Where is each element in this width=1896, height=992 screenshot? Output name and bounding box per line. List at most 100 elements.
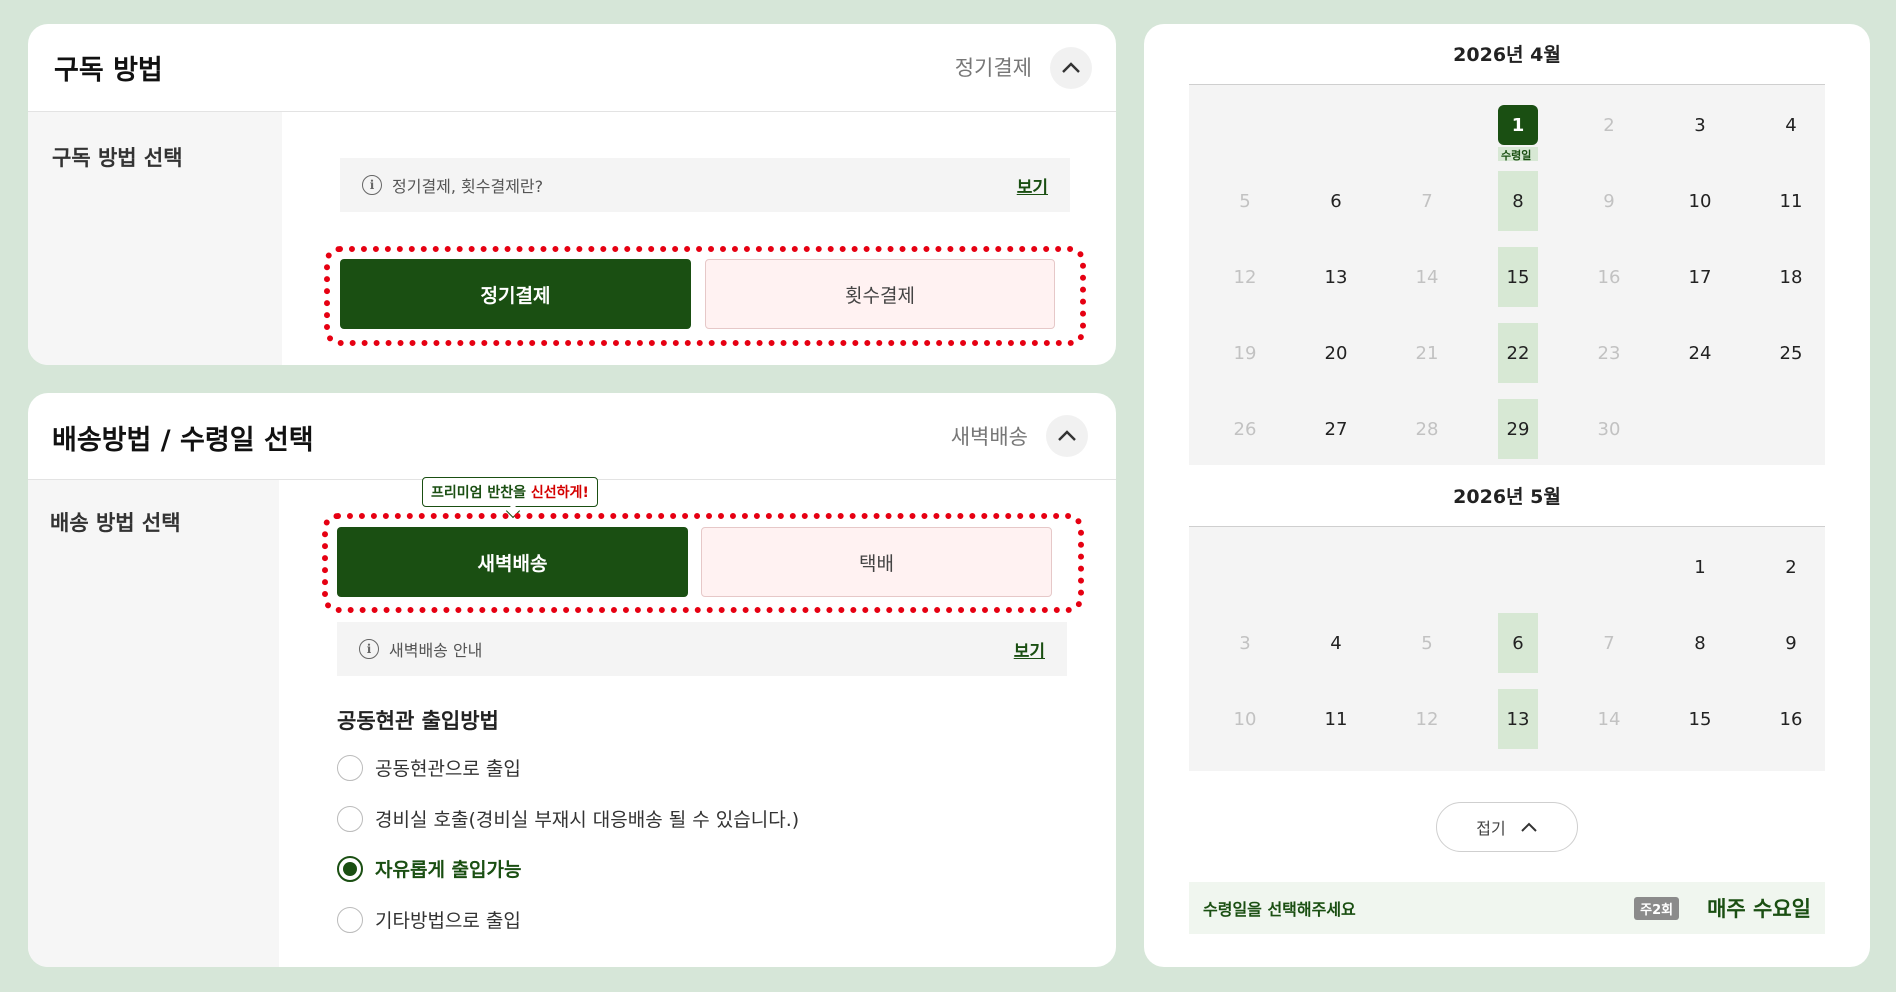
delivery-card: 배송방법 / 수령일 선택 새벽배송 배송 방법 선택 프리미엄 반찬을 신선하… xyxy=(28,393,1116,967)
entry-option-security-call[interactable]: 경비실 호출(경비실 부재시 대응배송 될 수 있습니다.) xyxy=(337,805,799,832)
selected-day-label: 수령일 xyxy=(1501,149,1532,162)
collapse-delivery-button[interactable] xyxy=(1046,415,1088,457)
calendar-day-april-21: 21 xyxy=(1415,342,1439,364)
chevron-up-icon xyxy=(1058,430,1076,441)
calendar-day-april-30: 30 xyxy=(1597,418,1621,440)
calendar-day-may-2[interactable]: 2 xyxy=(1771,537,1811,597)
may-calendar-grid: 1 2 3 4 5 6 7 8 9 10 11 12 13 14 15 16 xyxy=(1189,527,1825,771)
calendar-day-may-3: 3 xyxy=(1239,632,1251,654)
calendar-day-may-6[interactable]: 6 xyxy=(1498,613,1538,673)
subscription-title: 구독 방법 xyxy=(54,55,163,86)
delivery-status: 새벽배송 xyxy=(950,425,1028,449)
entry-option-label: 자유롭게 출입가능 xyxy=(375,859,522,881)
calendar-day-may-4[interactable]: 4 xyxy=(1316,613,1356,673)
calendar-day-may-13[interactable]: 13 xyxy=(1498,689,1538,749)
calendar-day-april-25[interactable]: 25 xyxy=(1771,323,1811,383)
calendar-day-april-15[interactable]: 15 xyxy=(1498,247,1538,307)
collapse-subscription-button[interactable] xyxy=(1050,47,1092,89)
weekly-day-label: 매주 수요일 xyxy=(1707,897,1811,921)
calendar-day-april-6[interactable]: 6 xyxy=(1316,171,1356,231)
frequency-badge: 주2회 xyxy=(1634,896,1680,920)
entry-option-free-access[interactable]: 자유롭게 출입가능 xyxy=(337,855,521,882)
calendar-day-april-8[interactable]: 8 xyxy=(1498,171,1538,231)
info-icon: i xyxy=(362,175,382,195)
dawn-delivery-button[interactable]: 새벽배송 xyxy=(337,527,688,597)
info-icon: i xyxy=(359,639,379,659)
entry-option-label: 경비실 호출(경비실 부재시 대응배송 될 수 있습니다.) xyxy=(375,809,800,831)
calendar-day-april-24[interactable]: 24 xyxy=(1680,323,1720,383)
calendar-day-may-15[interactable]: 15 xyxy=(1680,689,1720,749)
calendar-day-april-3[interactable]: 3 xyxy=(1680,95,1720,155)
calendar-day-april-7: 7 xyxy=(1421,190,1433,212)
april-month-title: 2026년 4월 xyxy=(1453,44,1561,66)
calendar-day-april-17[interactable]: 17 xyxy=(1680,247,1720,307)
calendar-day-april-23: 23 xyxy=(1597,342,1621,364)
subscription-header[interactable]: 구독 방법 정기결제 xyxy=(28,24,1116,112)
calendar-day-april-26: 26 xyxy=(1233,418,1257,440)
delivery-info-link[interactable]: 보기 xyxy=(1014,637,1045,662)
radio-button[interactable] xyxy=(337,906,363,933)
calendar-day-may-10: 10 xyxy=(1233,708,1257,730)
calendar-day-april-5: 5 xyxy=(1239,190,1251,212)
delivery-info-bar: i 새벽배송 안내 보기 xyxy=(337,622,1067,676)
calendar-day-april-29[interactable]: 29 xyxy=(1498,399,1538,459)
radio-button[interactable] xyxy=(337,805,363,832)
delivery-side-label: 배송 방법 선택 xyxy=(50,511,181,535)
subscription-info-text: 정기결제, 횟수결제란? xyxy=(392,177,544,196)
calendar-day-april-10[interactable]: 10 xyxy=(1680,171,1720,231)
tooltip-highlight: 신선하게! xyxy=(530,485,589,501)
calendar-day-may-12: 12 xyxy=(1415,708,1439,730)
entry-option-label: 기타방법으로 출입 xyxy=(375,910,521,932)
calendar-day-may-5: 5 xyxy=(1421,632,1433,654)
calendar-day-april-12: 12 xyxy=(1233,266,1257,288)
subscription-info-bar: i 정기결제, 횟수결제란? 보기 xyxy=(340,158,1070,212)
calendar-day-april-19: 19 xyxy=(1233,342,1257,364)
subscription-info-link[interactable]: 보기 xyxy=(1017,173,1048,198)
radio-button[interactable] xyxy=(337,754,363,781)
calendar-day-april-28: 28 xyxy=(1415,418,1439,440)
calendar-day-april-11[interactable]: 11 xyxy=(1771,171,1811,231)
calendar-day-april-9: 9 xyxy=(1603,190,1615,212)
entry-option-lobby[interactable]: 공동현관으로 출입 xyxy=(337,754,521,781)
subscription-side-column: 구독 방법 선택 xyxy=(28,112,282,365)
entry-method-title: 공동현관 출입방법 xyxy=(337,709,499,733)
calendar-day-may-11[interactable]: 11 xyxy=(1316,689,1356,749)
parcel-delivery-button[interactable]: 택배 xyxy=(701,527,1052,597)
calendar-day-april-13[interactable]: 13 xyxy=(1316,247,1356,307)
calendar-day-may-9[interactable]: 9 xyxy=(1771,613,1811,673)
calendar-day-may-16[interactable]: 16 xyxy=(1771,689,1811,749)
april-calendar-grid: 1 수령일 2 3 4 5 6 7 8 9 10 11 12 13 14 15 16 17 18 19 20 21 22 23… xyxy=(1189,85,1825,465)
calendar-card: 2026년 4월 1 수령일 2 3 4 5 6 7 8 9 10 11 12 13 14 15 16 17 18 1… xyxy=(1144,24,1870,967)
radio-button-checked[interactable] xyxy=(337,855,363,882)
chevron-up-icon xyxy=(1521,822,1537,832)
regular-payment-button[interactable]: 정기결제 xyxy=(340,259,691,329)
delivery-info-text: 새벽배송 안내 xyxy=(389,641,483,660)
delivery-header[interactable]: 배송방법 / 수령일 선택 새벽배송 xyxy=(28,393,1116,480)
fold-calendar-button[interactable]: 접기 xyxy=(1436,802,1578,852)
receipt-summary-bar: 수령일을 선택해주세요 주2회 매주 수요일 xyxy=(1189,882,1825,934)
calendar-day-april-22[interactable]: 22 xyxy=(1498,323,1538,383)
count-payment-button[interactable]: 횟수결제 xyxy=(705,259,1055,329)
calendar-day-april-16: 16 xyxy=(1597,266,1621,288)
selected-day-box[interactable]: 1 xyxy=(1498,105,1538,145)
delivery-title: 배송방법 / 수령일 선택 xyxy=(52,425,314,456)
may-month-title: 2026년 5월 xyxy=(1453,486,1561,508)
subscription-status: 정기결제 xyxy=(954,56,1032,80)
calendar-day-may-14: 14 xyxy=(1597,708,1621,730)
calendar-day-april-14: 14 xyxy=(1415,266,1439,288)
tooltip-prefix: 프리미엄 반찬을 xyxy=(431,485,531,501)
select-date-message: 수령일을 선택해주세요 xyxy=(1203,900,1356,919)
calendar-day-april-27[interactable]: 27 xyxy=(1316,399,1356,459)
chevron-up-icon xyxy=(1062,62,1080,73)
delivery-side-column: 배송 방법 선택 xyxy=(28,480,279,967)
entry-option-label: 공동현관으로 출입 xyxy=(375,758,521,780)
calendar-day-april-4[interactable]: 4 xyxy=(1771,95,1811,155)
calendar-day-may-1[interactable]: 1 xyxy=(1680,537,1720,597)
calendar-day-may-8[interactable]: 8 xyxy=(1680,613,1720,673)
premium-tooltip: 프리미엄 반찬을 신선하게! xyxy=(422,477,598,507)
calendar-day-april-20[interactable]: 20 xyxy=(1316,323,1356,383)
entry-option-other[interactable]: 기타방법으로 출입 xyxy=(337,906,521,933)
subscription-card: 구독 방법 정기결제 구독 방법 선택 i 정기결제, 횟수결제란? 보기 정기… xyxy=(28,24,1116,365)
subscription-side-label: 구독 방법 선택 xyxy=(52,146,183,170)
calendar-day-april-18[interactable]: 18 xyxy=(1771,247,1811,307)
